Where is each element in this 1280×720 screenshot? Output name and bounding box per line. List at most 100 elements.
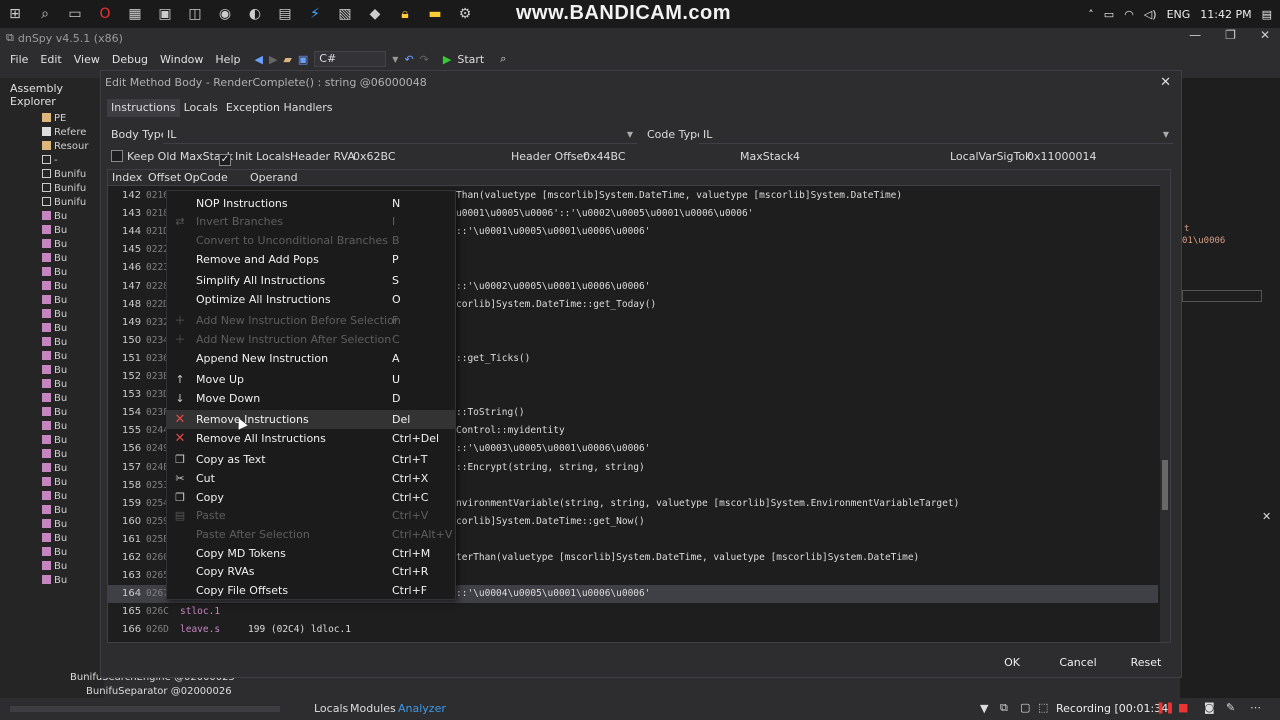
chevron-down-icon[interactable]: ▼ bbox=[980, 702, 988, 715]
menu-item-remove-and-add-pops[interactable]: Remove and Add Pops P bbox=[167, 250, 455, 269]
tree-item[interactable]: Bu bbox=[42, 294, 104, 308]
search-icon[interactable]: ⌕ bbox=[500, 52, 506, 66]
window-icon[interactable]: ⧉ bbox=[1000, 701, 1008, 715]
column-offset[interactable]: Offset bbox=[144, 170, 181, 185]
start-button[interactable]: Start bbox=[457, 53, 484, 66]
menu-item-copy-md-tokens[interactable]: Copy MD Tokens Ctrl+M bbox=[167, 544, 455, 563]
opera-icon[interactable]: O bbox=[94, 3, 116, 25]
vertical-scrollbar[interactable] bbox=[1160, 170, 1170, 642]
scroll-thumb[interactable] bbox=[1162, 460, 1168, 510]
tree-item[interactable]: Bu bbox=[42, 434, 104, 448]
redo-icon[interactable]: ↷ bbox=[420, 53, 429, 66]
tree-item[interactable]: Bu bbox=[42, 364, 104, 378]
tab-locals[interactable]: Locals bbox=[180, 99, 222, 117]
windows-start-icon[interactable]: ⊞ bbox=[4, 3, 26, 25]
column-operand[interactable]: Operand bbox=[246, 170, 326, 185]
language-indicator[interactable]: ENG bbox=[1167, 8, 1191, 21]
tab-analyzer[interactable]: Analyzer bbox=[398, 702, 446, 715]
table-row[interactable]: 167 026F ldloca.s V_10 (10) bbox=[108, 640, 1158, 643]
code-type-select[interactable]: IL ▼ bbox=[699, 126, 1173, 144]
menu-window[interactable]: Window bbox=[154, 53, 209, 66]
camera-icon[interactable]: ◙ bbox=[1204, 701, 1215, 714]
header-offset-field[interactable]: 0x44BC bbox=[583, 148, 626, 166]
menu-item-append-new-instruction[interactable]: Append New Instruction A bbox=[167, 349, 455, 368]
menu-item-copy[interactable]: ❐ Copy Ctrl+C bbox=[167, 488, 455, 507]
tree-item[interactable]: PE bbox=[42, 112, 104, 126]
undo-icon[interactable]: ↶ bbox=[404, 53, 413, 66]
tree-item[interactable]: Bu bbox=[42, 336, 104, 350]
clock[interactable]: 11:42 PM bbox=[1200, 8, 1251, 21]
menu-item-simplify-all-instructions[interactable]: Simplify All Instructions S bbox=[167, 271, 455, 290]
column-index[interactable]: Index bbox=[108, 170, 144, 185]
menu-item-remove-all-instructions[interactable]: ✕ Remove All Instructions Ctrl+Del bbox=[167, 429, 455, 448]
chevron-up-icon[interactable]: ˄ bbox=[1088, 8, 1094, 21]
keep-old-maxstack-checkbox[interactable] bbox=[111, 150, 123, 162]
app-icon[interactable]: ◐ bbox=[244, 3, 266, 25]
menu-item-remove-instructions[interactable]: ✕ Remove Instructions Del bbox=[167, 410, 455, 429]
tree-item[interactable]: Bu bbox=[42, 406, 104, 420]
record-icon[interactable]: ◉ bbox=[214, 3, 236, 25]
tree-item[interactable]: Bu bbox=[42, 322, 104, 336]
tree-item[interactable]: Bu bbox=[42, 238, 104, 252]
tab-exception-handlers[interactable]: Exception Handlers bbox=[222, 99, 337, 117]
app-icon[interactable]: ◫ bbox=[184, 3, 206, 25]
tree-item[interactable]: BunifuSeparator @02000026 bbox=[86, 686, 232, 697]
forward-icon[interactable]: ▶ bbox=[269, 53, 277, 66]
pause-icon[interactable]: ❚❚ bbox=[1156, 701, 1174, 714]
app-icon[interactable]: ▤ bbox=[274, 3, 296, 25]
menu-item-nop-instructions[interactable]: NOP Instructions N bbox=[167, 194, 455, 213]
open-icon[interactable]: ▰ bbox=[283, 53, 291, 66]
app-icon[interactable]: ⚡ bbox=[304, 3, 326, 25]
back-icon[interactable]: ◀ bbox=[254, 53, 262, 66]
maxstack-field[interactable]: 4 bbox=[793, 148, 800, 166]
tree-item[interactable]: Bu bbox=[42, 574, 104, 588]
app-icon[interactable]: ▣ bbox=[154, 3, 176, 25]
tab-modules[interactable]: Modules bbox=[350, 702, 396, 715]
localvarsigtok-field[interactable]: 0x11000014 bbox=[1027, 148, 1097, 166]
menu-file[interactable]: File bbox=[4, 53, 34, 66]
region-icon[interactable]: ⬚ bbox=[1038, 701, 1048, 714]
menu-debug[interactable]: Debug bbox=[106, 53, 154, 66]
save-icon[interactable]: ▣ bbox=[298, 53, 308, 66]
play-icon[interactable]: ▶ bbox=[443, 53, 451, 66]
lock-icon[interactable]: 🔒︎ bbox=[394, 3, 416, 25]
tree-item[interactable]: Bu bbox=[42, 546, 104, 560]
stop-icon[interactable]: ■ bbox=[1178, 701, 1188, 714]
tree-item[interactable]: - bbox=[42, 154, 104, 168]
tree-item[interactable]: Bu bbox=[42, 560, 104, 574]
menu-item-copy-file-offsets[interactable]: Copy File Offsets Ctrl+F bbox=[167, 581, 455, 600]
chevron-down-icon[interactable]: ▼ bbox=[392, 55, 398, 64]
fullscreen-icon[interactable]: ▢ bbox=[1020, 701, 1030, 714]
menu-item-optimize-all-instructions[interactable]: Optimize All Instructions O bbox=[167, 290, 455, 309]
pencil-icon[interactable]: ✎ bbox=[1226, 701, 1235, 714]
tree-item[interactable]: Bu bbox=[42, 504, 104, 518]
notification-icon[interactable]: ▤ bbox=[1262, 8, 1272, 21]
ok-button[interactable]: OK bbox=[975, 653, 1049, 673]
tree-item[interactable]: Bu bbox=[42, 308, 104, 322]
volume-icon[interactable]: ◁) bbox=[1144, 8, 1157, 21]
tree-item[interactable]: Bu bbox=[42, 420, 104, 434]
tree-item[interactable]: Bu bbox=[42, 518, 104, 532]
horizontal-scrollbar[interactable] bbox=[10, 706, 280, 712]
menu-item-cut[interactable]: ✂ Cut Ctrl+X bbox=[167, 469, 455, 488]
battery-icon[interactable]: ▭ bbox=[1104, 8, 1114, 21]
reset-button[interactable]: Reset bbox=[1109, 653, 1183, 673]
menu-help[interactable]: Help bbox=[209, 53, 246, 66]
tree-item[interactable]: Bu bbox=[42, 490, 104, 504]
menu-item-copy-rvas[interactable]: Copy RVAs Ctrl+R bbox=[167, 562, 455, 581]
tree-item[interactable]: Bu bbox=[42, 224, 104, 238]
gear-icon[interactable]: ⚙ bbox=[454, 3, 476, 25]
tree-item[interactable]: Resour bbox=[42, 140, 104, 154]
column-opcode[interactable]: OpCode bbox=[180, 170, 246, 185]
app-icon[interactable]: ▧ bbox=[334, 3, 356, 25]
cancel-button[interactable]: Cancel bbox=[1041, 653, 1115, 673]
tab-locals-bottom[interactable]: Locals bbox=[314, 702, 348, 715]
search-icon[interactable]: ⌕ bbox=[34, 3, 56, 25]
tree-item[interactable]: Bu bbox=[42, 210, 104, 224]
menu-item-copy-as-text[interactable]: ❐ Copy as Text Ctrl+T bbox=[167, 450, 455, 469]
app-icon[interactable]: ▦ bbox=[124, 3, 146, 25]
table-row[interactable]: 165 026C stloc.1 bbox=[108, 603, 1158, 621]
panel-close-icon[interactable]: ✕ bbox=[1262, 510, 1271, 523]
minimize-icon[interactable]: — bbox=[1189, 28, 1201, 42]
init-locals-checkbox[interactable]: ✓ bbox=[219, 154, 231, 166]
